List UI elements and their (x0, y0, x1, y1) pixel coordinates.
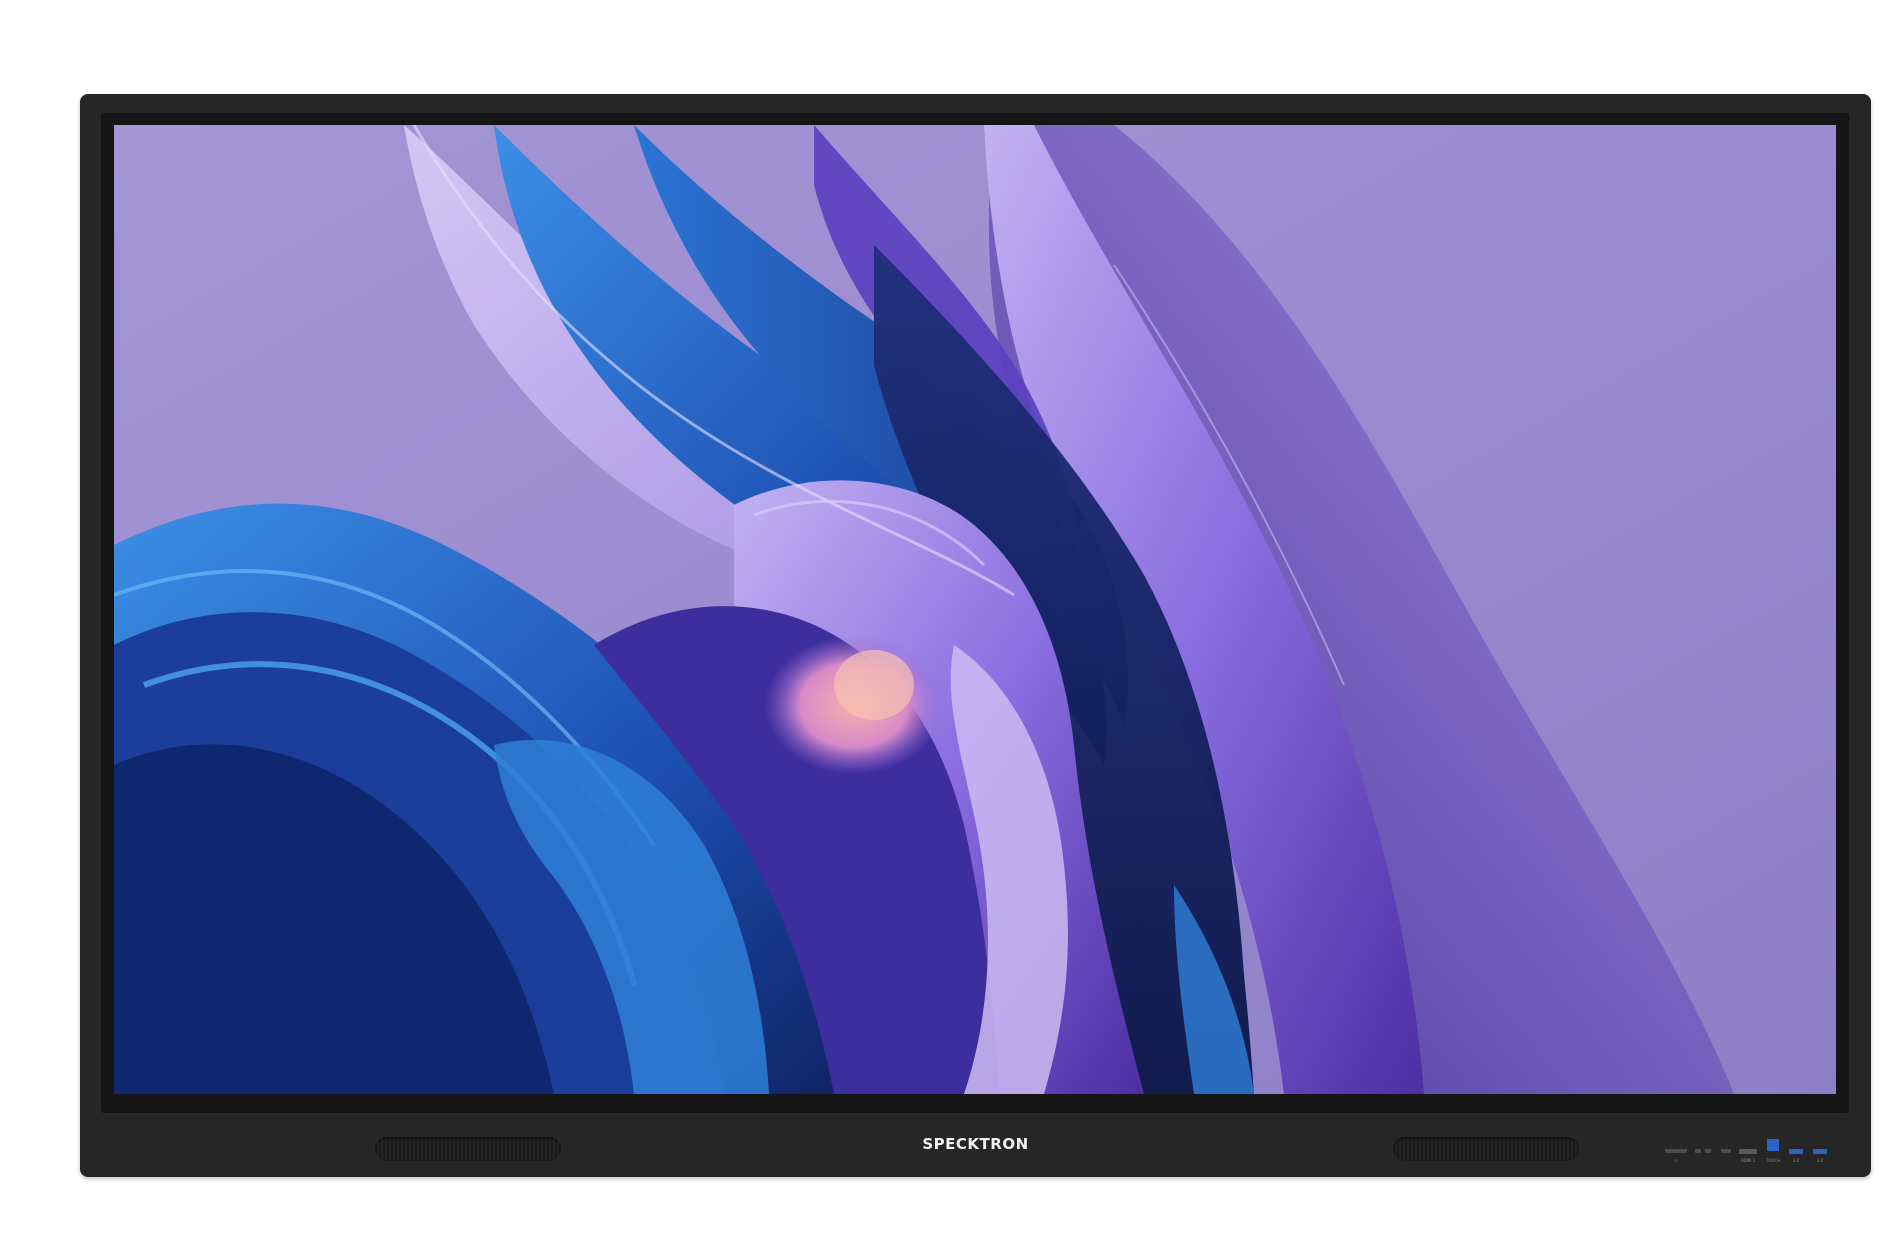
usb-port-label: 3.0 (1792, 1158, 1800, 1163)
usb-touch-port-icon[interactable] (1767, 1139, 1779, 1151)
usb-port-icon[interactable] (1789, 1149, 1803, 1154)
front-port-panel: ⊙ HDMI 1 TOUCH 3.0 3.0 (1665, 1139, 1845, 1169)
power-button-label: ⊙ (1674, 1158, 1678, 1163)
hdmi-port-label: HDMI 1 (1740, 1158, 1756, 1163)
brand-logo: SPECKTRON (922, 1135, 1029, 1153)
display-bezel (101, 113, 1849, 1113)
usb-touch-port-label: TOUCH (1765, 1158, 1781, 1163)
interactive-display: SPECKTRON ⊙ HDMI 1 TOUCH 3.0 3.0 (80, 94, 1871, 1177)
audio-jack-icon[interactable] (1705, 1149, 1711, 1153)
usb-port-icon[interactable] (1813, 1149, 1827, 1154)
display-bottom-bar: SPECKTRON ⊙ HDMI 1 TOUCH 3.0 3.0 (80, 1113, 1871, 1177)
hdmi-port-icon[interactable] (1739, 1149, 1757, 1154)
power-button-icon[interactable] (1665, 1149, 1687, 1153)
speaker-grille-right (1393, 1137, 1579, 1161)
usb-c-port-icon[interactable] (1721, 1149, 1731, 1153)
audio-jack-icon[interactable] (1695, 1149, 1701, 1153)
wallpaper-abstract-swirl (114, 125, 1836, 1094)
display-screen (114, 125, 1836, 1094)
usb-port-label: 3.0 (1816, 1158, 1824, 1163)
